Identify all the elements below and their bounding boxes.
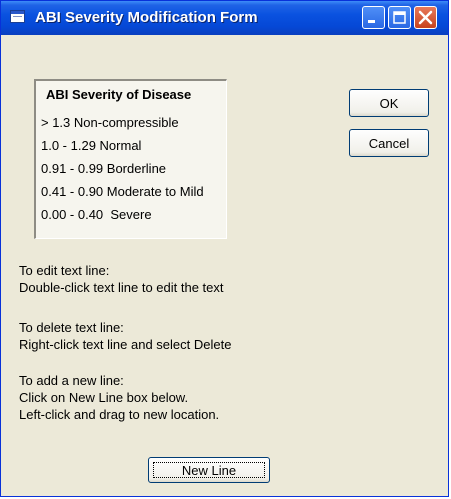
severity-listbox[interactable]: ABI Severity of Disease > 1.3 Non-compre…: [34, 79, 227, 239]
window-icon: [10, 10, 25, 23]
new-line-button[interactable]: New Line: [148, 457, 270, 483]
title-bar[interactable]: ABI Severity Modification Form: [1, 1, 448, 35]
dialog-window: ABI Severity Modification Form ABI Sever…: [0, 0, 449, 497]
ok-button[interactable]: OK: [349, 89, 429, 117]
delete-instructions: To delete text line: Right-click text li…: [19, 319, 231, 353]
add-heading: To add a new line:: [19, 373, 124, 388]
minimize-icon: [368, 20, 375, 23]
list-item[interactable]: 0.91 - 0.99 Borderline: [41, 161, 166, 176]
delete-heading: To delete text line:: [19, 320, 124, 335]
list-item[interactable]: 0.00 - 0.40 Severe: [41, 207, 152, 222]
close-icon: [418, 10, 433, 25]
add-text-line1: Click on New Line box below.: [19, 390, 189, 405]
list-item[interactable]: > 1.3 Non-compressible: [41, 115, 179, 130]
maximize-icon: [393, 11, 406, 24]
add-text-line2: Left-click and drag to new location.: [19, 407, 220, 422]
maximize-button[interactable]: [388, 6, 411, 29]
cancel-button[interactable]: Cancel: [349, 129, 429, 157]
list-item[interactable]: 1.0 - 1.29 Normal: [41, 138, 141, 153]
minimize-button[interactable]: [362, 6, 385, 29]
close-button[interactable]: [414, 6, 437, 29]
edit-heading: To edit text line:: [19, 263, 110, 278]
edit-text: Double-click text line to edit the text: [19, 280, 224, 295]
add-instructions: To add a new line: Click on New Line box…: [19, 372, 219, 423]
list-item[interactable]: 0.41 - 0.90 Moderate to Mild: [41, 184, 204, 199]
listbox-title: ABI Severity of Disease: [46, 87, 192, 102]
edit-instructions: To edit text line: Double-click text lin…: [19, 262, 224, 296]
focus-rectangle: [153, 462, 265, 478]
delete-text: Right-click text line and select Delete: [19, 337, 232, 352]
window-title: ABI Severity Modification Form: [35, 9, 258, 26]
